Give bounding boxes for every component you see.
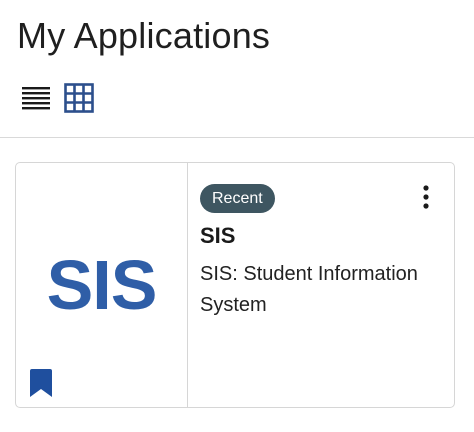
app-description: SIS: Student Information System — [200, 263, 418, 316]
more-vertical-icon — [423, 185, 429, 209]
status-badge: Recent — [200, 184, 275, 213]
page-title: My Applications — [17, 15, 271, 56]
grid-icon — [64, 83, 94, 113]
list-view-button[interactable] — [20, 82, 52, 114]
view-toggle — [20, 82, 95, 114]
more-options-button[interactable] — [416, 183, 436, 211]
grid-view-button[interactable] — [63, 82, 95, 114]
app-logo-pane: SIS — [16, 163, 188, 407]
app-name[interactable]: SIS — [200, 221, 235, 251]
app-logo: SIS — [46, 246, 158, 324]
list-icon — [22, 87, 50, 110]
bookmark-icon — [30, 369, 52, 397]
bookmark-button[interactable] — [30, 369, 52, 402]
header-divider — [0, 137, 474, 138]
application-card[interactable]: SIS Recent SIS SIS: Student Information … — [15, 162, 455, 408]
